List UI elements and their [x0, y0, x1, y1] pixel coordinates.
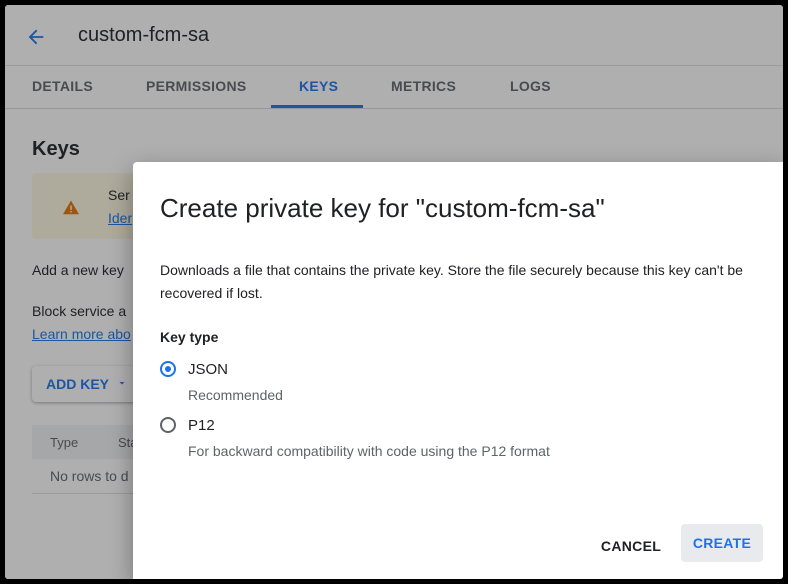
cancel-button[interactable]: CANCEL [591, 528, 671, 564]
radio-label-p12: P12 [188, 416, 215, 434]
dialog-description: Downloads a file that contains the priva… [160, 262, 743, 301]
p12-help-text: For backward compatibility with code usi… [188, 443, 550, 459]
radio-json[interactable]: JSON [160, 357, 228, 381]
json-help-text: Recommended [188, 387, 283, 403]
radio-label-json: JSON [188, 360, 229, 378]
key-type-label: Key type [160, 329, 219, 345]
app-window: custom-fcm-sa DETAILS PERMISSIONS KEYS M… [5, 5, 783, 579]
radio-button-p12[interactable] [160, 417, 176, 433]
radio-p12[interactable]: P12 [160, 413, 215, 437]
create-button[interactable]: CREATE [681, 524, 763, 562]
dialog-title: Create private key for "custom-fcm-sa" [160, 193, 605, 223]
radio-button-json[interactable] [160, 361, 176, 377]
create-key-dialog: Create private key for "custom-fcm-sa" D… [133, 162, 783, 579]
